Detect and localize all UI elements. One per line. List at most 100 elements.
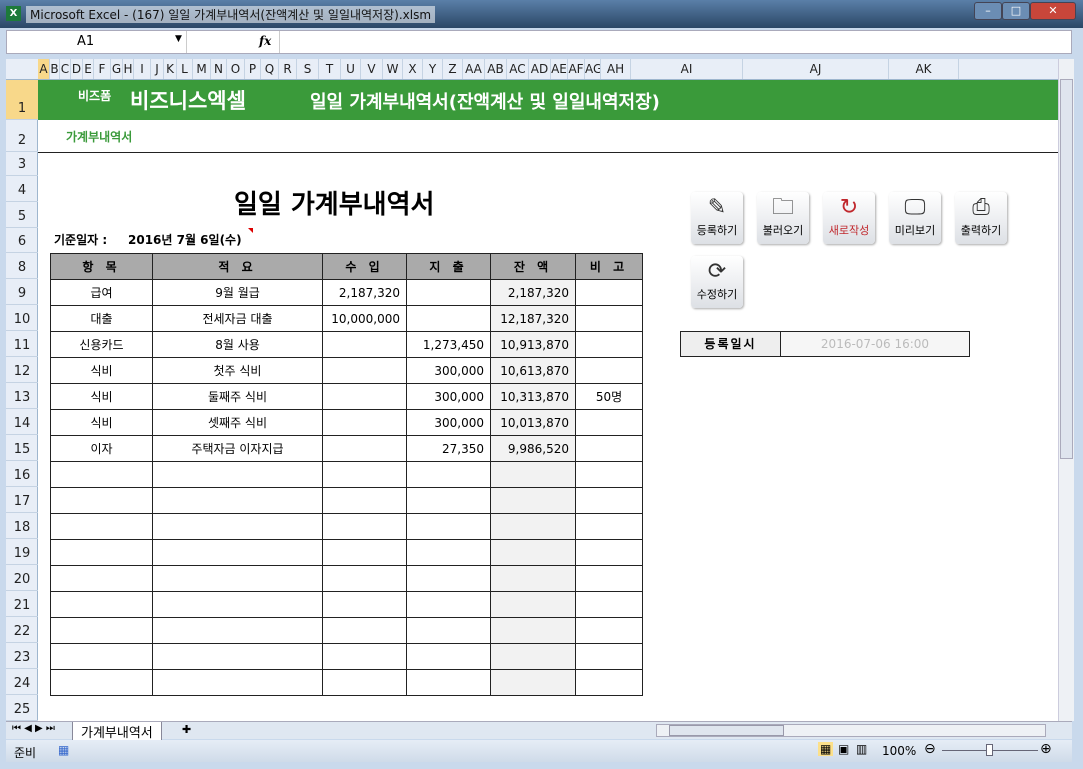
table-cell[interactable]: 식비 [50, 409, 153, 436]
table-cell[interactable]: 8월 사용 [152, 331, 323, 358]
table-cell[interactable] [575, 617, 643, 644]
table-cell[interactable] [152, 539, 323, 566]
table-cell[interactable] [322, 539, 407, 566]
row-header[interactable]: 8 [6, 253, 38, 279]
table-cell[interactable]: 9,986,520 [490, 435, 576, 462]
worksheet[interactable]: 비즈폼 비즈니스엑셀 일일 가계부내역서(잔액계산 및 일일내역저장) 가계부내… [38, 80, 1058, 721]
table-cell[interactable]: 전세자금 대출 [152, 305, 323, 332]
page-layout-icon[interactable]: ▣ [838, 742, 849, 756]
zoom-level[interactable]: 100% [882, 744, 916, 758]
tab-nav-arrows[interactable]: ⏮ ◀ ▶ ⏭ [12, 723, 55, 734]
table-cell[interactable]: 급여 [50, 279, 153, 306]
row-header[interactable]: 22 [6, 617, 38, 643]
column-header[interactable]: Y [423, 59, 443, 79]
table-cell[interactable] [575, 539, 643, 566]
row-header[interactable]: 9 [6, 279, 38, 305]
table-cell[interactable]: 주택자금 이자지급 [152, 435, 323, 462]
table-cell[interactable] [406, 461, 491, 488]
column-header[interactable]: H [123, 59, 134, 79]
scroll-thumb[interactable] [1060, 79, 1073, 459]
row-header[interactable]: 24 [6, 669, 38, 695]
row-header[interactable]: 12 [6, 357, 38, 383]
name-box[interactable]: A1 [7, 31, 187, 53]
reg-datetime[interactable]: 2016-07-06 16:00 [781, 332, 969, 356]
column-header[interactable]: T [319, 59, 341, 79]
column-header[interactable]: Z [443, 59, 463, 79]
table-cell[interactable] [575, 643, 643, 670]
row-header[interactable]: 16 [6, 461, 38, 487]
horizontal-scrollbar[interactable] [656, 724, 1046, 737]
table-cell[interactable] [406, 539, 491, 566]
table-cell[interactable] [322, 435, 407, 462]
table-cell[interactable] [322, 669, 407, 696]
action-button[interactable]: ⎙ 출력하기 [955, 192, 1007, 244]
table-cell[interactable] [322, 383, 407, 410]
column-header[interactable]: AB [485, 59, 507, 79]
table-cell[interactable] [575, 669, 643, 696]
column-header[interactable]: G [111, 59, 123, 79]
row-header[interactable]: 18 [6, 513, 38, 539]
row-header[interactable]: 5 [6, 202, 38, 228]
column-header[interactable]: J [151, 59, 164, 79]
row-header[interactable]: 21 [6, 591, 38, 617]
zoom-slider-thumb[interactable] [986, 744, 993, 756]
minimize-button[interactable]: – [974, 2, 1002, 20]
normal-view-icon[interactable]: ▦ [818, 742, 834, 756]
column-header[interactable]: O [227, 59, 245, 79]
table-cell[interactable]: 첫주 식비 [152, 357, 323, 384]
row-header[interactable]: 4 [6, 176, 38, 202]
macro-record-icon[interactable]: ▦ [58, 743, 69, 757]
row-header[interactable]: 15 [6, 435, 38, 461]
action-button[interactable]: ⟳ 수정하기 [691, 256, 743, 308]
table-cell[interactable] [406, 279, 491, 306]
insert-sheet-icon[interactable]: ✚ [182, 723, 191, 736]
column-header[interactable]: R [279, 59, 297, 79]
column-header[interactable]: AA [463, 59, 485, 79]
table-cell[interactable]: 50명 [575, 383, 643, 410]
column-header[interactable]: AF [568, 59, 585, 79]
column-header[interactable]: AK [889, 59, 959, 79]
table-cell[interactable]: 2,187,320 [490, 279, 576, 306]
column-header[interactable]: AE [551, 59, 568, 79]
column-header[interactable]: F [94, 59, 111, 79]
column-header[interactable]: N [211, 59, 227, 79]
row-header[interactable]: 17 [6, 487, 38, 513]
table-cell[interactable] [406, 305, 491, 332]
action-button[interactable]: ↻ 새로작성 [823, 192, 875, 244]
table-cell[interactable] [575, 591, 643, 618]
row-header[interactable]: 19 [6, 539, 38, 565]
table-cell[interactable] [152, 617, 323, 644]
table-cell[interactable] [322, 591, 407, 618]
row-header[interactable]: 6 [6, 228, 38, 253]
column-header[interactable]: AJ [743, 59, 889, 79]
table-cell[interactable] [50, 513, 153, 540]
row-header[interactable]: 23 [6, 643, 38, 669]
sheet-tab[interactable]: 가계부내역서 [72, 722, 162, 742]
column-header[interactable]: AD [529, 59, 551, 79]
table-cell[interactable] [490, 669, 576, 696]
table-cell[interactable] [50, 565, 153, 592]
table-cell[interactable] [575, 487, 643, 514]
column-header[interactable]: W [383, 59, 403, 79]
table-cell[interactable] [322, 331, 407, 358]
table-cell[interactable]: 300,000 [406, 357, 491, 384]
table-cell[interactable] [152, 643, 323, 670]
close-button[interactable]: ✕ [1030, 2, 1076, 20]
table-cell[interactable] [575, 565, 643, 592]
table-cell[interactable] [50, 539, 153, 566]
table-cell[interactable] [406, 591, 491, 618]
table-cell[interactable] [152, 461, 323, 488]
table-cell[interactable]: 12,187,320 [490, 305, 576, 332]
table-cell[interactable] [322, 409, 407, 436]
table-cell[interactable]: 대출 [50, 305, 153, 332]
table-cell[interactable]: 300,000 [406, 383, 491, 410]
column-header[interactable]: AG [585, 59, 601, 79]
row-header[interactable]: 3 [6, 152, 38, 176]
column-header[interactable]: D [71, 59, 83, 79]
column-header[interactable]: C [60, 59, 71, 79]
table-cell[interactable]: 300,000 [406, 409, 491, 436]
table-cell[interactable] [50, 669, 153, 696]
table-cell[interactable]: 셋째주 식비 [152, 409, 323, 436]
row-header[interactable]: 1 [6, 80, 38, 120]
table-cell[interactable] [152, 513, 323, 540]
